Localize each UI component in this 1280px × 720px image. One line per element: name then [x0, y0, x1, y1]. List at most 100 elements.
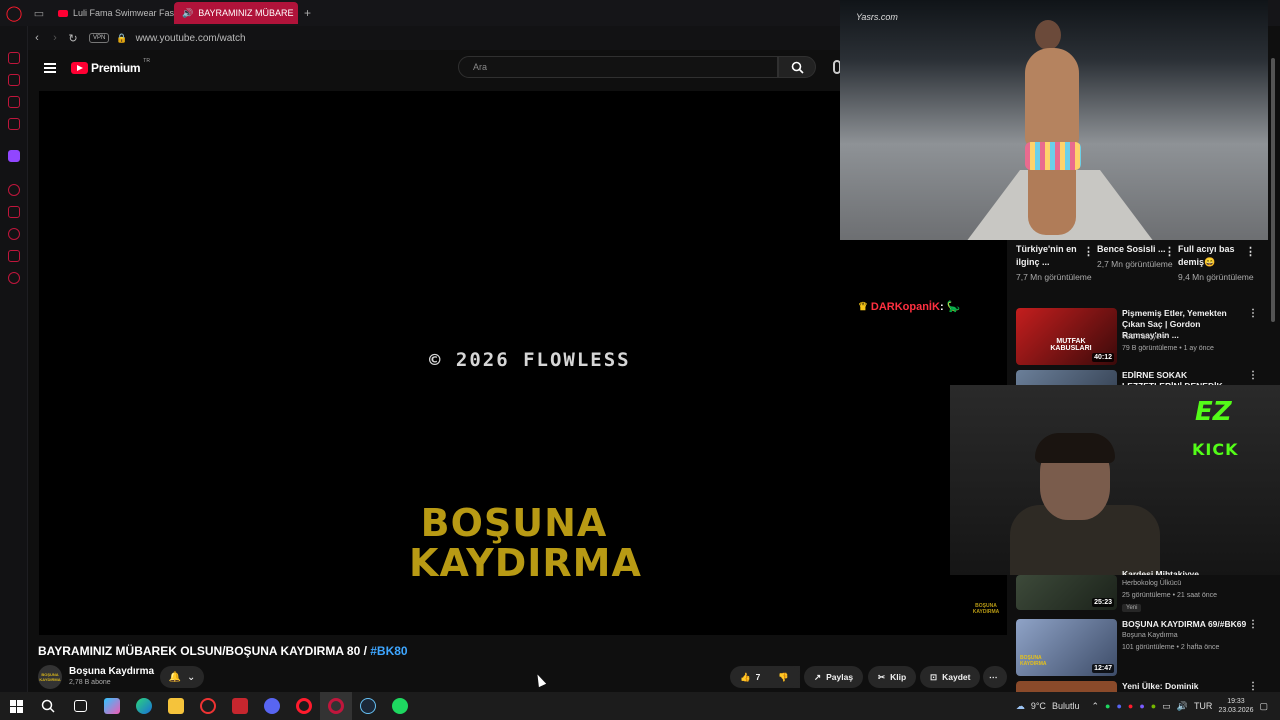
new-badge: Yeni [1122, 604, 1142, 612]
more-options-icon[interactable]: ⋮ [1245, 245, 1256, 258]
volume-icon[interactable]: 🔊 [1177, 701, 1188, 712]
start-button[interactable] [0, 692, 32, 720]
player-icon[interactable] [8, 184, 20, 196]
opera-gx-icon[interactable] [288, 692, 320, 720]
file-explorer-icon[interactable] [160, 692, 192, 720]
reload-icon[interactable]: ↻ [64, 32, 82, 45]
tab-label: Luli Fama Swimwear Fashi [73, 8, 174, 18]
task-view-icon[interactable] [64, 692, 96, 720]
video-thumbnail[interactable]: 25:23 [1016, 575, 1117, 610]
twitch-icon[interactable] [8, 150, 20, 162]
tray-app2-icon[interactable]: ● [1139, 701, 1144, 711]
tray-opera-icon[interactable]: ● [1128, 701, 1133, 711]
video-thumbnail[interactable] [1016, 681, 1117, 692]
more-options-icon[interactable]: ⋮ [1248, 681, 1258, 692]
more-options-icon[interactable]: ⋮ [1248, 370, 1258, 381]
clock[interactable]: 19:33 23.03.2026 [1218, 697, 1253, 715]
address-bar: ‹ › ↻ VPN 🔒 www.youtube.com/watch [28, 26, 840, 50]
url-field[interactable]: www.youtube.com/watch [136, 33, 246, 44]
tray-discord-icon[interactable]: ● [1116, 701, 1121, 711]
opera-logo-icon[interactable]: ◯ [0, 0, 28, 26]
back-icon[interactable]: ‹ [28, 32, 46, 44]
more-options-icon[interactable]: ⋮ [1083, 245, 1094, 258]
hashtag-link[interactable]: #BK80 [370, 644, 407, 658]
fashion-overlay: Yasrs.com [840, 0, 1268, 240]
weather-temp[interactable]: 9°C [1031, 701, 1046, 711]
brand-line-1: BOŞUNA [420, 501, 608, 545]
copilot-icon[interactable] [96, 692, 128, 720]
clip-button[interactable]: ✂ Klip [868, 666, 917, 688]
tab-islands-icon[interactable]: ▭ [28, 0, 50, 26]
more-horizontal-icon: ⋯ [989, 671, 998, 682]
new-tab-button[interactable]: + [298, 6, 317, 20]
clock-date: 23.03.2026 [1218, 707, 1254, 714]
channel-name: Boşuna Kaydırma [1122, 632, 1178, 639]
language-indicator[interactable]: TUR [1194, 701, 1213, 711]
extensions-icon[interactable] [8, 250, 20, 262]
more-options-icon[interactable]: ⋮ [1248, 619, 1258, 630]
chevron-up-icon[interactable]: ⌃ [1091, 701, 1099, 712]
network-icon[interactable]: ▭ [1162, 701, 1171, 712]
video-thumbnail[interactable]: BOŞUNA KAYDIRMA 12:47 [1016, 619, 1117, 676]
streamer-hair [1035, 433, 1115, 463]
more-actions-button[interactable]: ⋯ [983, 666, 1007, 688]
clock-time: 19:33 [1227, 698, 1245, 705]
app-icon[interactable] [192, 692, 224, 720]
search-button[interactable] [778, 56, 816, 78]
crown-icon: ♛ [858, 301, 868, 313]
tray-app-icon[interactable]: ● [1105, 701, 1110, 711]
dislike-button[interactable]: 👎 [770, 666, 800, 688]
channel-name: TLC Türkiye ✔ [1122, 334, 1168, 341]
share-icon: ↗ [814, 671, 822, 682]
recommendation-meta: 101 görüntüleme • 2 hafta önce [1122, 644, 1220, 651]
lock-icon[interactable]: 🔒 [116, 33, 127, 44]
search-input[interactable]: Ara [458, 56, 778, 78]
share-button[interactable]: ↗ Paylaş [804, 666, 864, 688]
duration-badge: 40:12 [1092, 353, 1114, 362]
mail-icon[interactable] [8, 118, 20, 130]
notification-bell-button[interactable]: 🔔 ⌄ [160, 666, 204, 688]
bookmark-icon: ⊡ [930, 671, 938, 682]
recommendation-item[interactable]: BOŞUNA KAYDIRMA 12:47 BOŞUNA KAYDIRMA 69… [1016, 619, 1266, 677]
youtube-logo[interactable]: Premium TR [71, 58, 150, 75]
short-item[interactable]: Türkiye'nin en ilginç ... 7,7 Mn görüntü… [1016, 243, 1094, 283]
edge-icon[interactable] [128, 692, 160, 720]
bookmarks-icon[interactable] [8, 206, 20, 218]
recommendation-item[interactable]: MUTFAK KABUSLARI 40:12 Pişmemiş Etler, Y… [1016, 308, 1266, 366]
aria-icon[interactable] [8, 52, 20, 64]
scrollbar-thumb[interactable] [1271, 58, 1275, 322]
tab-bayraminiz[interactable]: 🔊 BAYRAMINIZ MÜBARE [174, 2, 298, 24]
video-app-icon[interactable] [224, 692, 256, 720]
history-icon[interactable] [8, 228, 20, 240]
forward-icon[interactable]: › [46, 32, 64, 44]
discord-icon[interactable] [256, 692, 288, 720]
short-item[interactable]: Bence Sosisli ... 2,7 Mn görüntüleme ⋮ [1097, 243, 1175, 270]
tray-nvidia-icon[interactable]: ● [1151, 701, 1156, 711]
channel-avatar[interactable]: BOŞUNA KAYDIRMA [38, 665, 62, 689]
weather-text[interactable]: Bulutlu [1052, 701, 1080, 711]
messenger-icon[interactable] [8, 96, 20, 108]
mouse-cursor [533, 672, 547, 688]
vpn-badge[interactable]: VPN [89, 33, 110, 43]
more-options-icon[interactable]: ⋮ [1164, 245, 1175, 258]
recommendation-item[interactable]: Yeni Ülke: Dominik Cumhuriyeti ⋮ [1016, 681, 1266, 692]
notification-icon[interactable]: ▢ [1259, 701, 1268, 712]
scrollbar[interactable] [1270, 50, 1276, 690]
thumbs-up-icon: 👍 [740, 671, 751, 682]
video-thumbnail[interactable]: MUTFAK KABUSLARI 40:12 [1016, 308, 1117, 365]
more-options-icon[interactable]: ⋮ [1248, 308, 1258, 319]
spotify-icon[interactable] [384, 692, 416, 720]
menu-icon[interactable] [44, 63, 56, 73]
short-item[interactable]: Full acıyı bas demiş😄 9,4 Mn görüntüleme… [1178, 243, 1256, 283]
channel-name[interactable]: Boşuna Kaydırma [69, 666, 154, 677]
short-views: 9,4 Mn görüntüleme [1178, 272, 1254, 282]
settings-gear-icon[interactable] [8, 272, 20, 284]
video-title: BAYRAMINIZ MÜBAREK OLSUN/BOŞUNA KAYDIRMA… [38, 644, 408, 658]
tab-luli-fama[interactable]: Luli Fama Swimwear Fashi [50, 2, 174, 24]
save-button[interactable]: ⊡ Kaydet [920, 666, 981, 688]
like-count: 7 [755, 672, 761, 682]
shopping-icon[interactable] [8, 74, 20, 86]
opera-active-icon[interactable] [320, 692, 352, 720]
steam-icon[interactable] [352, 692, 384, 720]
search-taskbar-icon[interactable] [32, 692, 64, 720]
